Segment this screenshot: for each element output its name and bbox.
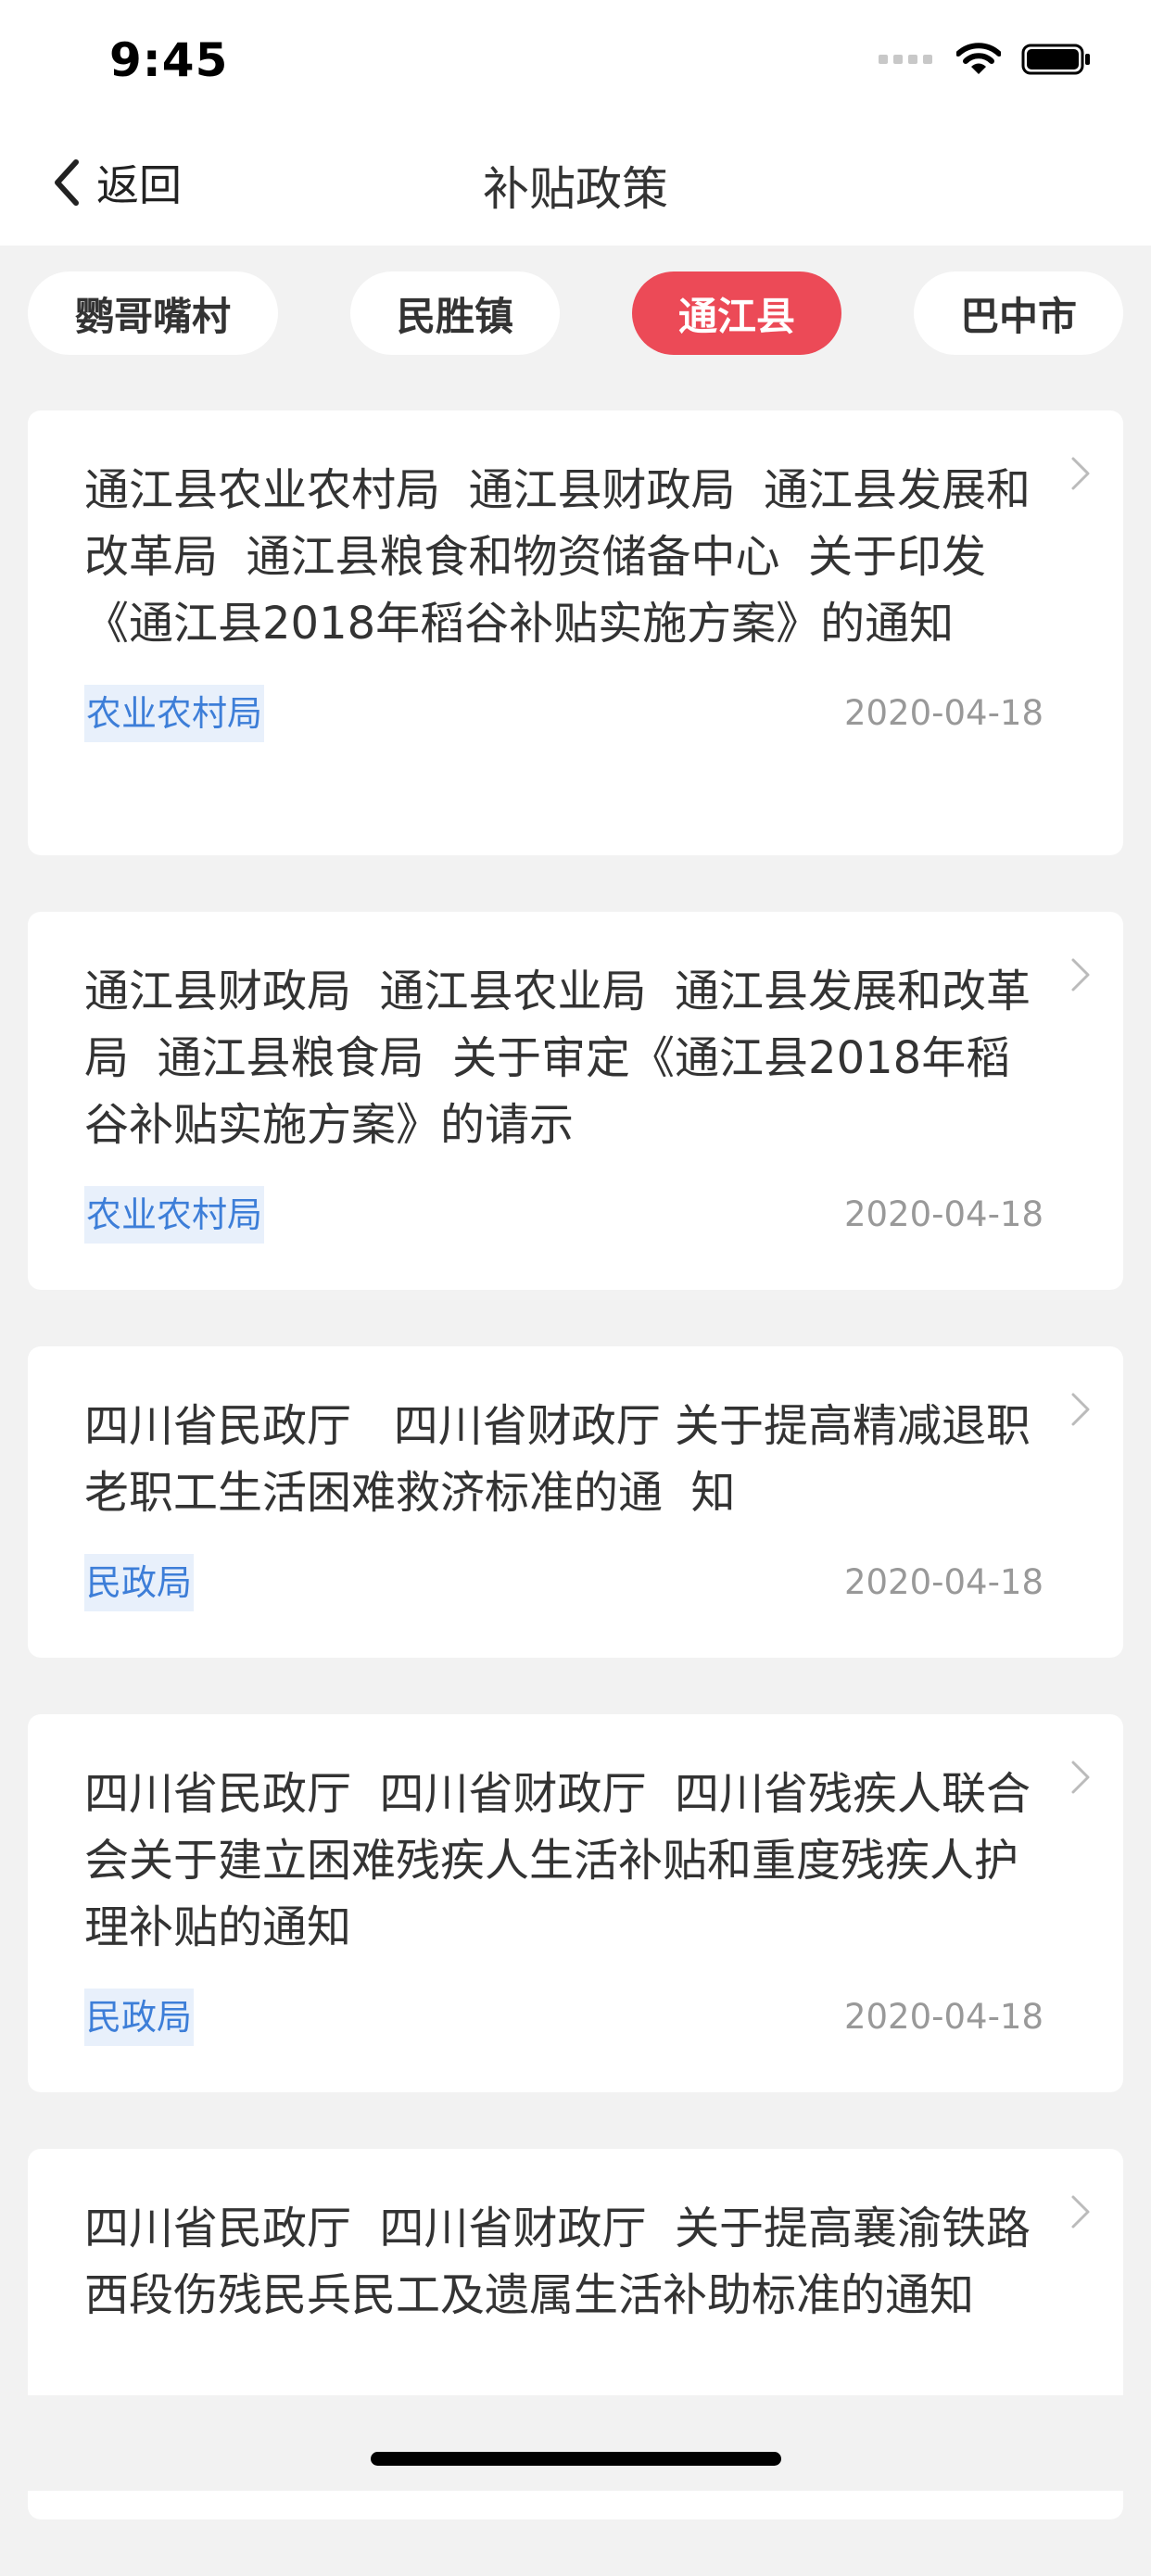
policy-card[interactable]: 四川省民政厅 四川省财政厅 关于提高精减退职老职工生活困难救济标准的通 知 民政… xyxy=(28,1346,1123,1658)
policy-card[interactable]: 通江县财政局 通江县农业局 通江县发展和改革局 通江县粮食局 关于审定《通江县2… xyxy=(28,912,1123,1290)
policy-footer: 农业农村局 2020-04-18 xyxy=(84,1186,1043,1244)
status-bar: 9:45 xyxy=(0,0,1151,120)
chevron-right-icon xyxy=(1071,1761,1090,1794)
chevron-right-icon xyxy=(1071,958,1090,991)
chevron-right-icon xyxy=(1071,457,1090,490)
department-tag: 农业农村局 xyxy=(84,685,265,742)
department-tag: 农业农村局 xyxy=(84,1186,265,1244)
nav-bar: 返回 补贴政策 xyxy=(0,139,1151,227)
publish-date: 2020-04-18 xyxy=(843,1562,1043,1602)
policy-title: 四川省民政厅 四川省财政厅 关于提高精减退职老职工生活困难救济标准的通 知 xyxy=(84,1400,1031,1519)
header: 9:45 返回 补贴政策 xyxy=(0,0,1151,246)
policy-title: 通江县财政局 通江县农业局 通江县发展和改革局 通江县粮食局 关于审定《通江县2… xyxy=(84,966,1031,1151)
tab-bazhongshi[interactable]: 巴中市 xyxy=(914,271,1123,355)
policy-footer: 民政局 2020-04-18 xyxy=(84,1989,1043,2046)
policy-card[interactable]: 四川省民政厅 四川省财政厅 四川省残疾人联合会关于建立困难残疾人生活补贴和重度残… xyxy=(28,1714,1123,2092)
department-tag: 民政局 xyxy=(84,1554,195,1611)
chevron-right-icon xyxy=(1071,2195,1090,2229)
tab-minshengzhen[interactable]: 民胜镇 xyxy=(350,271,560,355)
region-tabs: 鹦哥嘴村 民胜镇 通江县 巴中市 xyxy=(28,271,1123,355)
publish-date: 2020-04-18 xyxy=(843,1194,1043,1234)
status-icons xyxy=(879,43,1092,76)
chevron-right-icon xyxy=(1071,1393,1090,1426)
tab-tongjiangxian[interactable]: 通江县 xyxy=(632,271,841,355)
tab-yinggezuicun[interactable]: 鹦哥嘴村 xyxy=(28,271,278,355)
home-indicator xyxy=(371,2452,781,2466)
policy-title: 通江县农业农村局 通江县财政局 通江县发展和改革局 通江县粮食和物资储备中心 关… xyxy=(84,464,1031,650)
policy-title: 四川省民政厅 四川省财政厅 四川省残疾人联合会关于建立困难残疾人生活补贴和重度残… xyxy=(84,1768,1031,1953)
wifi-icon xyxy=(956,43,1001,74)
publish-date: 2020-04-18 xyxy=(843,693,1043,733)
status-time: 9:45 xyxy=(109,33,229,87)
bottom-safe-area xyxy=(0,2395,1151,2491)
battery-icon xyxy=(1021,44,1090,75)
signal-icon xyxy=(879,55,932,64)
policy-list: 通江县农业农村局 通江县财政局 通江县发展和改革局 通江县粮食和物资储备中心 关… xyxy=(28,410,1123,2576)
page-title: 补贴政策 xyxy=(483,162,668,216)
policy-footer: 农业农村局 2020-04-18 xyxy=(84,685,1043,742)
policy-footer: 民政局 2020-04-18 xyxy=(84,1554,1043,1611)
policy-card[interactable]: 通江县农业农村局 通江县财政局 通江县发展和改革局 通江县粮食和物资储备中心 关… xyxy=(28,410,1123,855)
department-tag: 民政局 xyxy=(84,1989,195,2046)
publish-date: 2020-04-18 xyxy=(843,1997,1043,2037)
policy-title: 四川省民政厅 四川省财政厅 关于提高襄渝铁路西段伤残民兵民工及遗属生活补助标准的… xyxy=(84,2203,1031,2321)
